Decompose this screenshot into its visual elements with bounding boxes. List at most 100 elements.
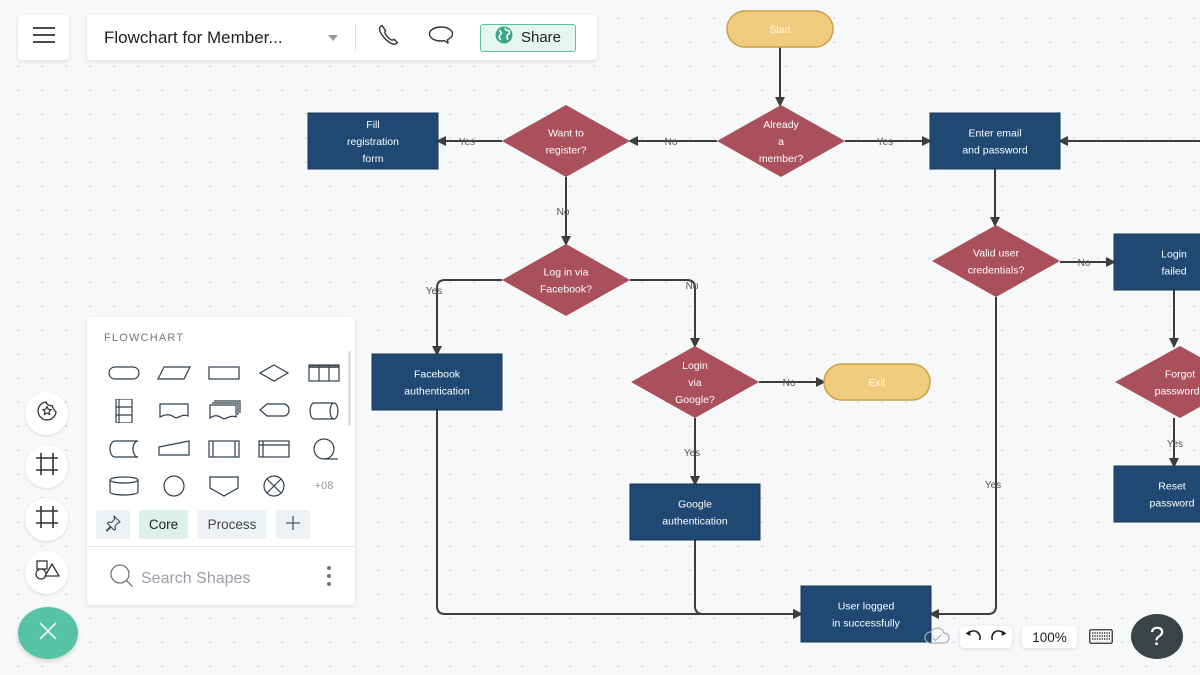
- shape-database[interactable]: [99, 468, 149, 506]
- multi-document-icon: [209, 400, 241, 420]
- node-label: failed: [1161, 266, 1186, 278]
- redo-button[interactable]: [991, 628, 1007, 646]
- shape-sequential-data[interactable]: [299, 430, 349, 468]
- undo-button[interactable]: [965, 628, 981, 646]
- shape-document[interactable]: [149, 393, 199, 431]
- edge-label: No: [665, 137, 678, 148]
- shape-summing-junction[interactable]: [249, 468, 299, 506]
- node-facebook-auth[interactable]: Facebook authentication: [371, 353, 503, 411]
- more-options-icon[interactable]: [325, 566, 333, 586]
- sequential-data-icon: [313, 438, 338, 460]
- shape-data[interactable]: [149, 355, 199, 393]
- keyboard-shortcuts-button[interactable]: [1089, 629, 1113, 649]
- shape-manual-input[interactable]: [149, 430, 199, 468]
- stored-data-icon: [109, 440, 139, 458]
- shape-decision[interactable]: [249, 355, 299, 393]
- shape-direct-data[interactable]: [299, 393, 349, 431]
- shapes-library-title: FLOWCHART: [104, 332, 185, 344]
- shape-multi-document[interactable]: [199, 393, 249, 431]
- connector-login-facebook-to-facebook-auth[interactable]: [432, 279, 502, 356]
- decision-shape: [1115, 346, 1200, 418]
- node-enter-email[interactable]: Enter email and password: [929, 112, 1061, 170]
- shape-internal-storage[interactable]: [249, 430, 299, 468]
- node-google-auth[interactable]: Google authentication: [629, 483, 761, 541]
- shapes-tool-button[interactable]: [25, 551, 68, 594]
- node-label: and password: [962, 145, 1028, 157]
- shape-swimlane-vertical[interactable]: [99, 393, 149, 431]
- close-panel-button[interactable]: [18, 607, 78, 659]
- search-shapes-input[interactable]: Search Shapes: [109, 563, 250, 594]
- shape-connector[interactable]: [149, 468, 199, 506]
- shape-off-page-connector[interactable]: [199, 468, 249, 506]
- more-shapes-count: +08: [314, 480, 334, 493]
- node-login-failed[interactable]: Login failed: [1113, 233, 1200, 291]
- node-login-google[interactable]: Login via Google?: [631, 346, 759, 418]
- panel-scrollbar[interactable]: [348, 351, 351, 426]
- terminator-icon: [108, 366, 140, 380]
- more-shapes-button[interactable]: +08: [299, 468, 349, 506]
- comments-button[interactable]: [426, 23, 456, 53]
- node-label: Facebook?: [540, 284, 592, 296]
- document-title[interactable]: Flowchart for Member...: [104, 28, 314, 48]
- edge-label: Yes: [1167, 439, 1183, 450]
- decision-shape: [502, 105, 630, 177]
- shape-terminator[interactable]: [99, 355, 149, 393]
- frame-tool-button[interactable]: [25, 445, 68, 488]
- node-login-facebook[interactable]: Log in via Facebook?: [502, 244, 630, 316]
- connector-google-auth-to-logged-in[interactable]: [694, 540, 803, 619]
- node-fill-registration[interactable]: Fill registration form: [307, 112, 439, 170]
- grid-tool-button[interactable]: [25, 498, 68, 541]
- shapes-library-panel: FLOWCHART +08 Core Process Search Shapes: [87, 317, 355, 605]
- swimlane-horizontal-icon: [308, 364, 340, 382]
- node-exit[interactable]: Exit: [823, 363, 931, 401]
- node-label: via: [688, 377, 702, 389]
- document-icon: [159, 403, 189, 419]
- node-label: authentication: [404, 386, 470, 398]
- title-dropdown-icon[interactable]: [328, 34, 338, 41]
- connector-valid-credentials-to-logged-in[interactable]: [929, 297, 997, 619]
- node-label: registration: [347, 136, 399, 148]
- database-icon: [109, 476, 139, 496]
- shape-swimlane-horizontal[interactable]: [299, 355, 349, 393]
- node-label: password?: [1155, 386, 1200, 398]
- shape-predefined-process[interactable]: [199, 430, 249, 468]
- edge-label: No: [686, 281, 699, 292]
- phone-icon: [377, 23, 401, 52]
- node-label: Exit: [869, 378, 886, 389]
- node-forgot-password[interactable]: Forgot password?: [1115, 346, 1200, 418]
- search-placeholder: Search Shapes: [141, 569, 251, 587]
- decision-icon: [258, 364, 290, 382]
- display-icon: [259, 403, 290, 417]
- node-reset-password[interactable]: Reset password: [1113, 465, 1200, 523]
- edge-label: No: [1078, 258, 1091, 269]
- edge-label: Yes: [459, 137, 475, 148]
- node-already-member[interactable]: Already a member?: [717, 105, 845, 177]
- zoom-level[interactable]: 100%: [1022, 626, 1077, 648]
- decision-shape: [932, 225, 1060, 297]
- edge-labels: No Yes Yes No Yes No No Yes No Yes Yes: [426, 137, 1183, 491]
- node-valid-credentials[interactable]: Valid user credentials?: [932, 225, 1060, 297]
- node-want-register[interactable]: Want to register?: [502, 105, 630, 177]
- help-button[interactable]: ?: [1131, 614, 1183, 659]
- node-label: Login: [1161, 249, 1187, 261]
- shape-stored-data[interactable]: [99, 430, 149, 468]
- call-button[interactable]: [374, 23, 404, 53]
- sticker-tool-button[interactable]: [25, 392, 68, 435]
- undo-icon: [965, 628, 981, 646]
- pinned-tab[interactable]: [96, 510, 130, 539]
- add-library-tab[interactable]: [276, 510, 310, 539]
- share-button[interactable]: Share: [480, 23, 576, 52]
- tab-process[interactable]: Process: [197, 510, 267, 539]
- shape-display[interactable]: [249, 393, 299, 431]
- undo-redo-group: [960, 626, 1012, 648]
- node-start[interactable]: Start: [726, 10, 834, 48]
- tab-core[interactable]: Core: [139, 510, 188, 539]
- edge-label: Yes: [985, 480, 1001, 491]
- node-label: member?: [759, 153, 804, 165]
- top-toolbar: Flowchart for Member... Share: [87, 15, 597, 60]
- menu-button[interactable]: [18, 15, 69, 60]
- node-label: form: [363, 153, 384, 165]
- node-label: Google?: [675, 394, 715, 406]
- node-logged-in[interactable]: User logged in successfully: [800, 585, 932, 643]
- shape-process[interactable]: [199, 355, 249, 393]
